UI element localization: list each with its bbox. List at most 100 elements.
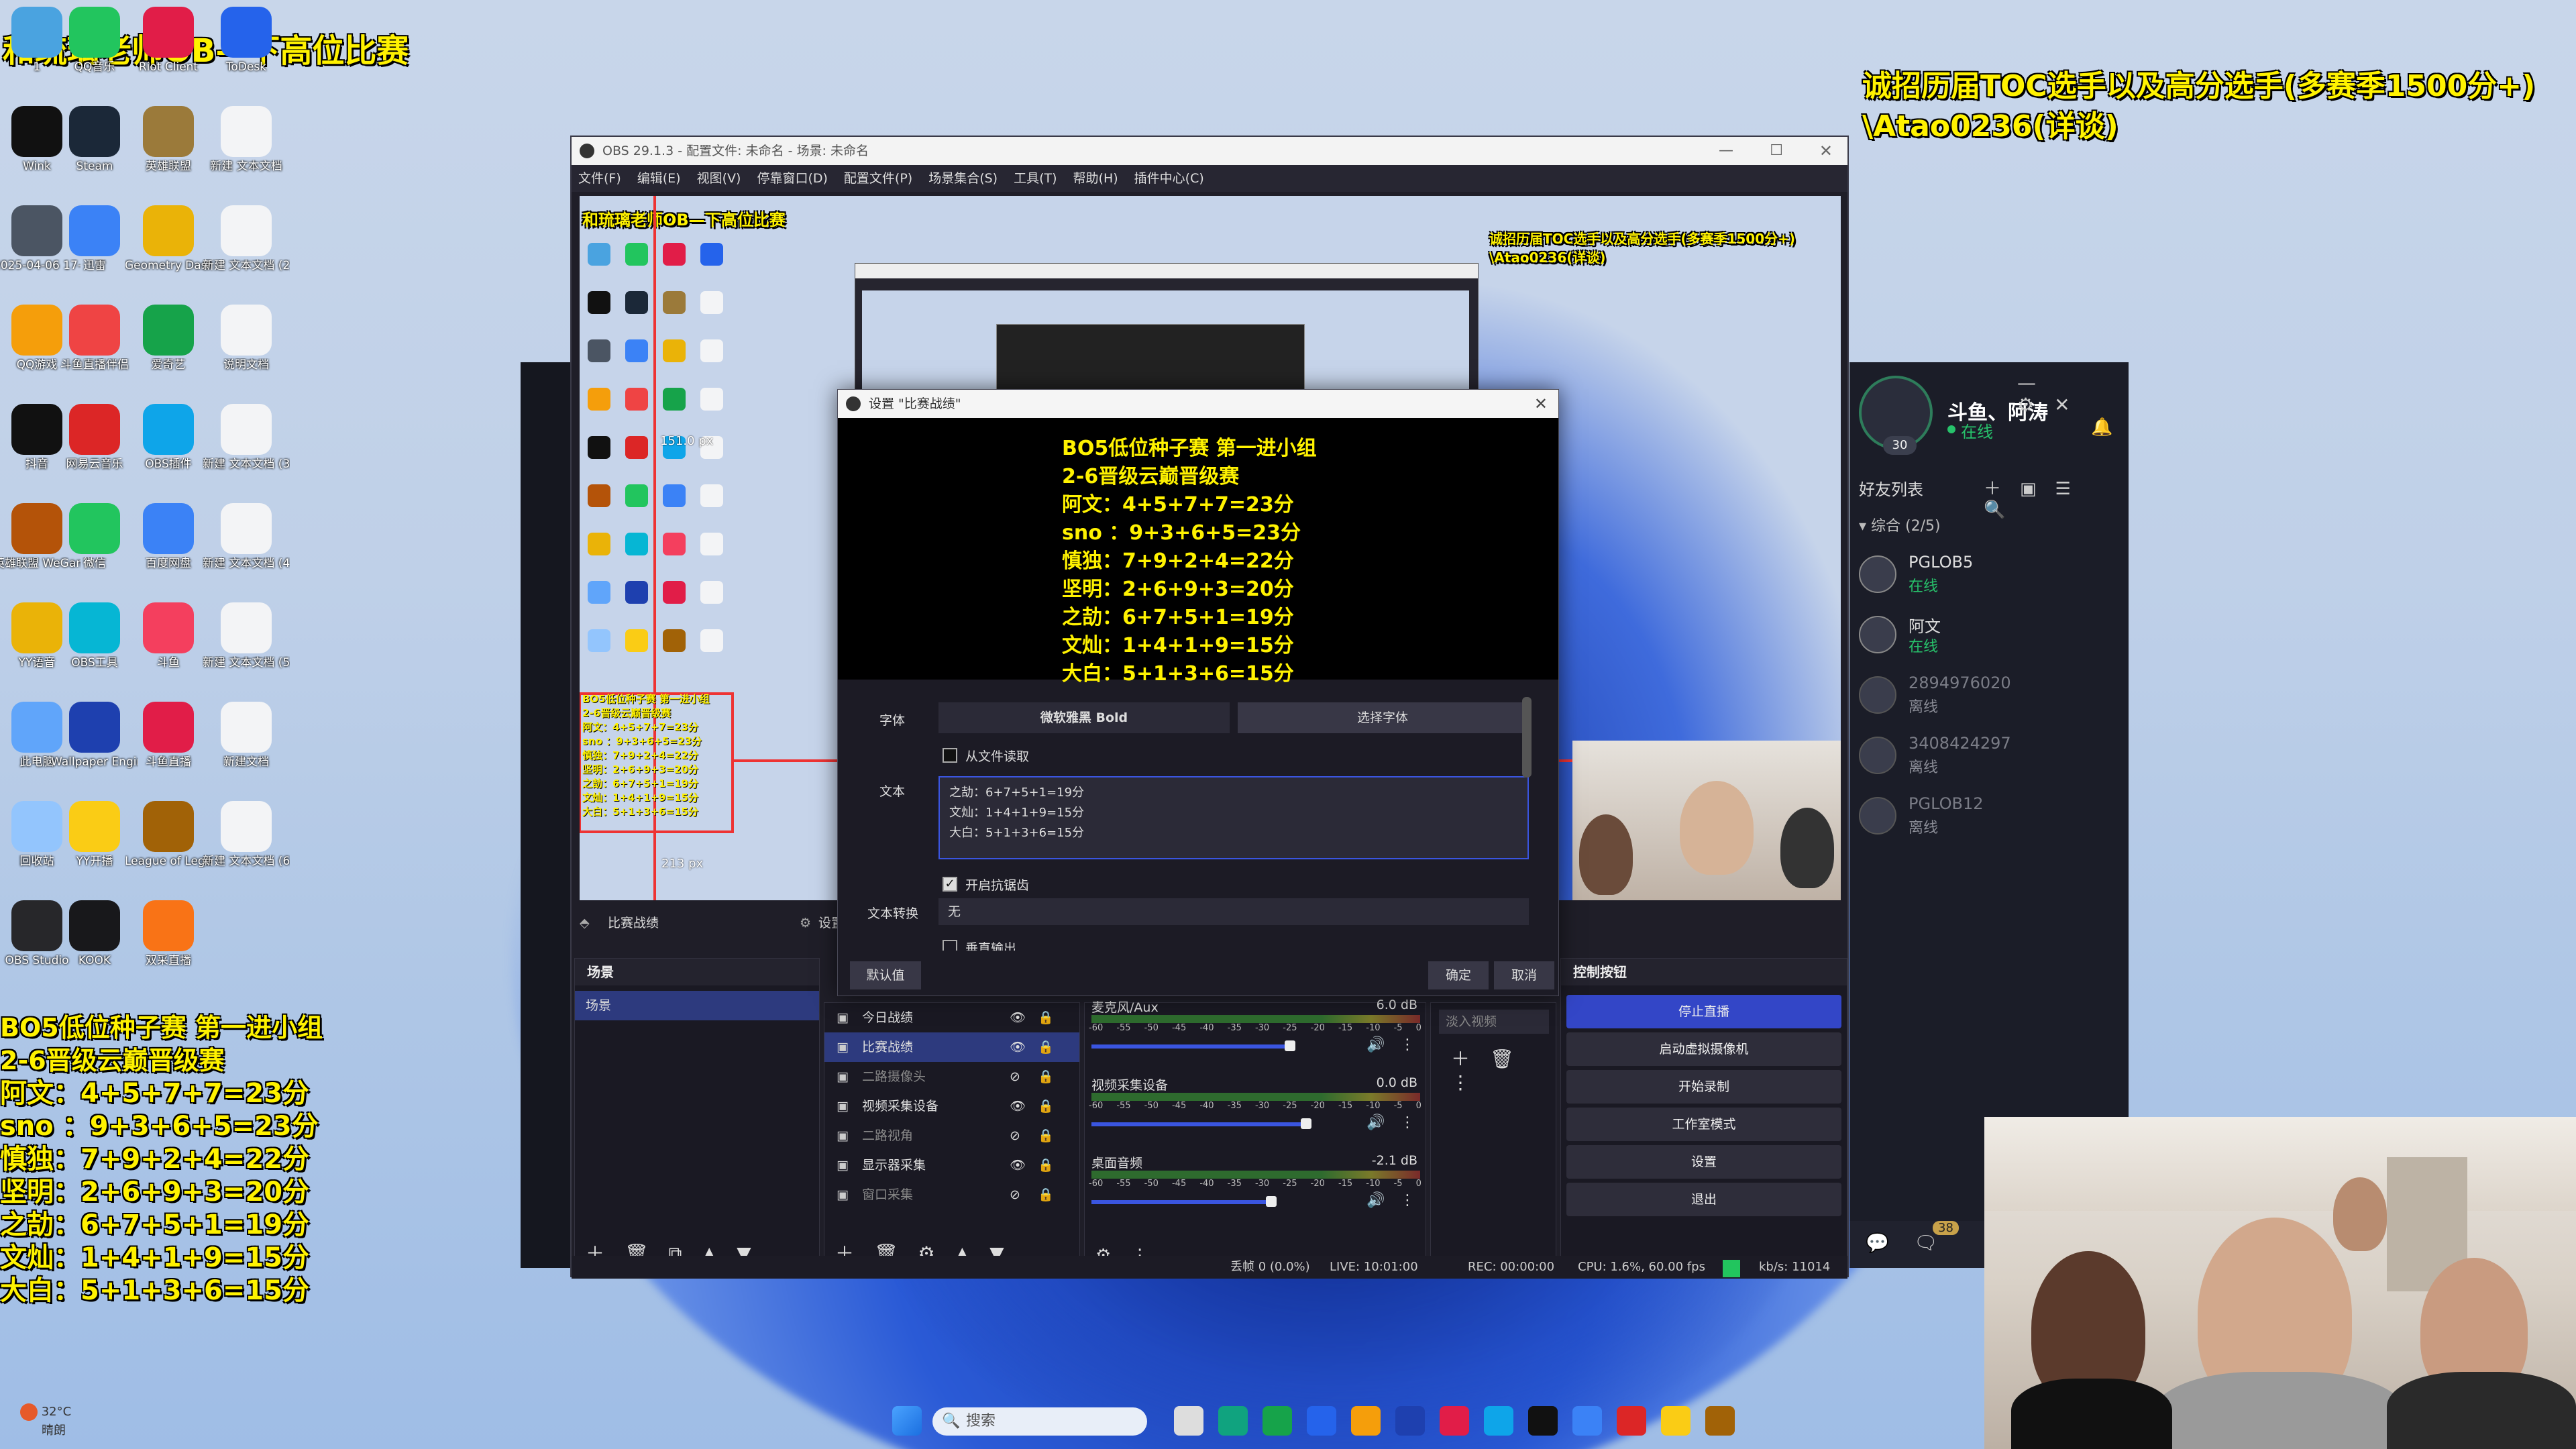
- maximize-icon[interactable]: ☐: [1770, 137, 1783, 165]
- menu-item[interactable]: 文件(F): [578, 171, 621, 186]
- source-item[interactable]: ▣ 窗口采集 ⊘ 🔒: [824, 1180, 1079, 1210]
- volume-handle[interactable]: [1301, 1118, 1311, 1129]
- menu-item[interactable]: 插件中心(C): [1134, 171, 1204, 186]
- friend-item[interactable]: 2894976020 离线: [1849, 664, 2129, 724]
- read-from-file-checkbox[interactable]: [943, 748, 957, 763]
- dialog-close-icon[interactable]: ✕: [1534, 390, 1548, 418]
- control-button[interactable]: 工作室模式: [1566, 1108, 1841, 1141]
- vertical-checkbox[interactable]: [943, 940, 957, 951]
- eye-hidden-icon[interactable]: ⊘: [1010, 1062, 1020, 1091]
- friend-item[interactable]: 3408424297 离线: [1849, 724, 2129, 785]
- taskbar-app-icon[interactable]: [1617, 1406, 1646, 1436]
- qq-window-controls[interactable]: —⚙✕: [2017, 372, 2129, 416]
- lock-icon[interactable]: 🔒: [1038, 1180, 1054, 1210]
- menu-item[interactable]: 工具(T): [1014, 171, 1057, 186]
- volume-slider[interactable]: [1091, 1200, 1266, 1204]
- desktop-icon[interactable]: 说明文档: [203, 305, 290, 402]
- menu-item[interactable]: 编辑(E): [637, 171, 681, 186]
- desktop-icon[interactable]: 斗鱼直播: [125, 702, 212, 799]
- eye-icon[interactable]: 👁: [1010, 1091, 1026, 1121]
- desktop-icon[interactable]: 百度网盘: [125, 503, 212, 600]
- control-button[interactable]: 退出: [1566, 1183, 1841, 1216]
- text-input[interactable]: 之劼：6+7+5+1=19分 文灿：1+4+1+9=15分 大白：5+1+3+6=1…: [938, 776, 1529, 859]
- source-item[interactable]: ▣ 二路视角 ⊘ 🔒: [824, 1121, 1079, 1150]
- mixer-menu-icon[interactable]: ⋮: [1400, 1036, 1415, 1053]
- menu-item[interactable]: 停靠窗口(D): [757, 171, 827, 186]
- control-button[interactable]: 开始录制: [1566, 1070, 1841, 1104]
- desktop-icon[interactable]: 新建 文本文档 (2): [203, 205, 290, 303]
- taskbar-app-icon[interactable]: [1263, 1406, 1292, 1436]
- menu-item[interactable]: 配置文件(P): [844, 171, 912, 186]
- friends-toolbar[interactable]: ＋▣☰🔍: [1984, 475, 2129, 520]
- menu-item[interactable]: 场景集合(S): [928, 171, 998, 186]
- dialog-scrollbar[interactable]: [1522, 697, 1532, 777]
- taskbar-app-icon[interactable]: [1484, 1406, 1513, 1436]
- eye-icon[interactable]: 👁: [1010, 1150, 1026, 1180]
- close-icon[interactable]: ✕: [1819, 137, 1833, 165]
- taskbar-app-icon[interactable]: [1174, 1406, 1203, 1436]
- mixer-menu-icon[interactable]: ⋮: [1400, 1114, 1415, 1131]
- desktop-icon[interactable]: League of Legends: [125, 801, 212, 898]
- desktop-icon[interactable]: 新建文档: [203, 702, 290, 799]
- minimize-icon[interactable]: —: [1719, 137, 1733, 165]
- desktop-icon[interactable]: 新建 文本文档: [203, 106, 290, 203]
- speaker-icon[interactable]: 🔊: [1366, 1192, 1385, 1209]
- lock-icon[interactable]: 🔒: [1038, 1121, 1054, 1150]
- menu-item[interactable]: 视图(V): [697, 171, 741, 186]
- lock-icon[interactable]: 🔒: [1038, 1003, 1054, 1032]
- taskbar-app-icon[interactable]: [1440, 1406, 1469, 1436]
- defaults-button[interactable]: 默认值: [850, 961, 921, 989]
- volume-slider[interactable]: [1091, 1122, 1301, 1126]
- control-button[interactable]: 停止直播: [1566, 995, 1841, 1028]
- transform-select[interactable]: 无: [938, 898, 1529, 925]
- eye-icon[interactable]: 👁: [1010, 1032, 1026, 1062]
- desktop-icon[interactable]: Geometry Dash: [125, 205, 212, 303]
- speaker-icon[interactable]: 🔊: [1366, 1036, 1385, 1053]
- taskbar-app-icon[interactable]: [1395, 1406, 1425, 1436]
- taskbar-app-icon[interactable]: [1661, 1406, 1690, 1436]
- desktop-icon[interactable]: 爱奇艺: [125, 305, 212, 402]
- desktop-icon[interactable]: OBS插件: [125, 404, 212, 501]
- taskbar-app-icon[interactable]: [1351, 1406, 1381, 1436]
- taskbar-app-icon[interactable]: [1218, 1406, 1248, 1436]
- menu-item[interactable]: 帮助(H): [1073, 171, 1118, 186]
- choose-font-button[interactable]: 选择字体: [1238, 702, 1527, 733]
- start-icon[interactable]: [892, 1406, 922, 1436]
- speaker-icon[interactable]: 🔊: [1366, 1114, 1385, 1131]
- desktop-icon[interactable]: Riot Client: [125, 7, 212, 104]
- desktop-icon[interactable]: 新建 文本文档 (6): [203, 801, 290, 898]
- source-item[interactable]: ▣ 比赛战绩 👁 🔒: [824, 1032, 1079, 1062]
- taskbar-app-icon[interactable]: [1307, 1406, 1336, 1436]
- lock-icon[interactable]: 🔒: [1038, 1091, 1054, 1121]
- friend-item[interactable]: PGLOB5 在线: [1849, 543, 2129, 604]
- taskbar-search[interactable]: 🔍 搜索: [932, 1407, 1147, 1436]
- chat-icon[interactable]: 💬: [1866, 1232, 1889, 1254]
- desktop-icon[interactable]: 新建 文本文档 (5): [203, 602, 290, 700]
- eye-icon[interactable]: 👁: [1010, 1003, 1026, 1032]
- eye-hidden-icon[interactable]: ⊘: [1010, 1180, 1020, 1210]
- group-header[interactable]: ▾ 综合 (2/5): [1859, 514, 1941, 535]
- taskbar-app-icon[interactable]: [1705, 1406, 1735, 1436]
- message-icon[interactable]: 🗨: [1914, 1232, 1938, 1254]
- bell-icon[interactable]: 🔔: [2091, 417, 2112, 437]
- taskbar-app-icon[interactable]: [1528, 1406, 1558, 1436]
- desktop-icon[interactable]: 双采直播: [125, 900, 212, 998]
- desktop-icon[interactable]: 新建 文本文档 (3): [203, 404, 290, 501]
- scene-item[interactable]: 场景: [575, 991, 819, 1020]
- control-button[interactable]: 设置: [1566, 1145, 1841, 1179]
- lock-icon[interactable]: 🔒: [1038, 1032, 1054, 1062]
- friend-item[interactable]: PGLOB12 离线: [1849, 785, 2129, 845]
- ok-button[interactable]: 确定: [1428, 961, 1489, 989]
- source-item[interactable]: ▣ 显示器采集 👁 🔒: [824, 1150, 1079, 1180]
- antialias-checkbox[interactable]: ✓: [943, 877, 957, 892]
- source-item[interactable]: ▣ 二路摄像头 ⊘ 🔒: [824, 1062, 1079, 1091]
- desktop-icon[interactable]: 新建 文本文档 (4): [203, 503, 290, 600]
- source-item[interactable]: ▣ 视频采集设备 👁 🔒: [824, 1091, 1079, 1121]
- weather-widget[interactable]: 32°C 晴朗: [20, 1403, 71, 1438]
- source-item[interactable]: ▣ 今日战绩 👁 🔒: [824, 1003, 1079, 1032]
- friend-item[interactable]: 阿文 在线: [1849, 604, 2129, 664]
- desktop-icon[interactable]: ToDesk: [203, 7, 290, 104]
- lock-icon[interactable]: 🔒: [1038, 1150, 1054, 1180]
- eye-hidden-icon[interactable]: ⊘: [1010, 1121, 1020, 1150]
- lock-icon[interactable]: 🔒: [1038, 1062, 1054, 1091]
